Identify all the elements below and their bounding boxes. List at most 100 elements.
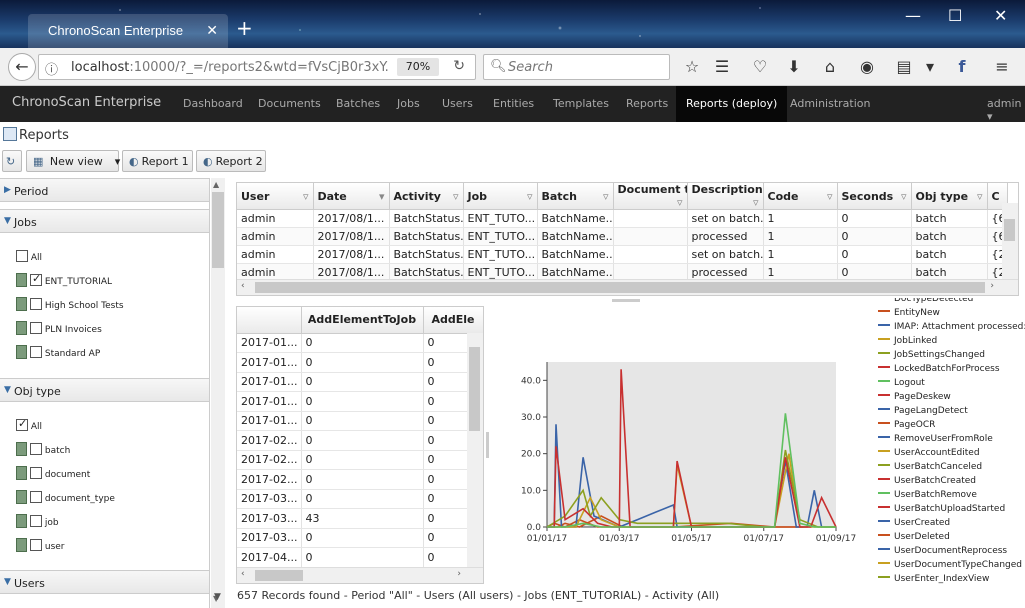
scrollbar-thumb[interactable] — [469, 347, 480, 431]
legend-item[interactable]: UserBatchUploadStarted — [878, 504, 1005, 518]
zoom-level[interactable]: 70% — [397, 58, 439, 76]
checkbox[interactable] — [30, 491, 42, 503]
nav-administration[interactable]: Administration — [790, 97, 871, 110]
back-icon[interactable]: ← — [8, 53, 36, 81]
report1-button[interactable]: ◐ Report 1 — [122, 150, 193, 172]
column-header[interactable]: Obj type ▿ — [911, 183, 988, 210]
scroll-left-icon[interactable]: ‹ — [241, 281, 245, 291]
checkbox[interactable] — [30, 346, 42, 358]
nav-documents[interactable]: Documents — [258, 97, 321, 110]
column-header[interactable] — [237, 307, 302, 334]
legend-item[interactable]: UserDeleted — [878, 532, 950, 546]
browser-tab[interactable]: ChronoScan Enterprise ✕ — [28, 14, 228, 48]
table-row[interactable]: 2017-02... 0 0 — [237, 450, 483, 470]
nav-templates[interactable]: Templates — [553, 97, 609, 110]
extension-icon[interactable]: ◉ — [855, 55, 879, 79]
column-header[interactable]: Job ▿ — [463, 183, 538, 210]
menu-icon[interactable]: ≡ — [990, 55, 1014, 79]
pdf-icon[interactable]: ▤ — [892, 55, 916, 79]
bookmark-star-icon[interactable]: ☆ — [680, 55, 704, 79]
nav-dashboard[interactable]: Dashboard — [183, 97, 243, 110]
table-row[interactable]: 2017-01... 0 0 — [237, 352, 483, 373]
jobs-filter-high-school[interactable]: High School Tests — [16, 297, 124, 315]
sort-icon[interactable]: ▿ — [901, 190, 907, 203]
period-section-header[interactable]: ▶ Period — [0, 178, 209, 202]
nav-batches[interactable]: Batches — [336, 97, 380, 110]
facebook-icon[interactable]: f — [950, 55, 974, 79]
table-row[interactable]: 2017-03... 0 0 — [237, 489, 483, 509]
objtype-filter-document-type[interactable]: document_type — [16, 490, 115, 508]
objtype-filter-user[interactable]: user — [16, 538, 65, 556]
nav-reports[interactable]: Reports — [626, 97, 668, 110]
legend-item[interactable]: DocTypeDetected — [878, 298, 973, 308]
refresh-button[interactable]: ↻ — [2, 150, 22, 172]
home-icon[interactable]: ⌂ — [818, 55, 842, 79]
reload-icon[interactable]: ↻ — [453, 58, 465, 74]
legend-item[interactable]: PageOCR — [878, 420, 935, 434]
jobs-section-header[interactable]: ▼ Jobs — [0, 209, 209, 233]
table-row[interactable]: admin2017/08/1...BatchStatus...ENT_TUTO.… — [237, 245, 1008, 264]
report2-button[interactable]: ◐ Report 2 — [196, 150, 266, 172]
scroll-right-icon[interactable]: › — [457, 569, 461, 579]
column-header[interactable]: AddEle — [423, 307, 483, 334]
pocket-icon[interactable]: ♡ — [748, 55, 772, 79]
sort-icon[interactable]: ▿ — [603, 190, 609, 203]
sort-icon[interactable]: ▿ — [977, 190, 983, 203]
table-row[interactable]: 2017-01... 0 0 — [237, 391, 483, 412]
table-row[interactable]: 2017-01... 0 0 — [237, 333, 483, 353]
new-view-button[interactable]: ▦ New view ▾ — [26, 150, 120, 172]
sort-icon[interactable]: ▿ — [753, 196, 759, 209]
column-header[interactable]: Batch ▿ — [537, 183, 614, 210]
scroll-right-icon[interactable]: › — [990, 281, 994, 291]
column-header[interactable]: Date ▾ — [313, 183, 390, 210]
url-bar[interactable]: ⓘ localhost:10000/?_=/reports2&wtd=fVsCj… — [38, 54, 476, 80]
close-window-icon[interactable]: ✕ — [994, 6, 1007, 25]
legend-item[interactable]: EntityNew — [878, 308, 940, 322]
sort-icon[interactable]: ▿ — [303, 190, 309, 203]
jobs-filter-pln-invoices[interactable]: PLN Invoices — [16, 321, 102, 339]
legend-item[interactable]: JobSettingsChanged — [878, 350, 985, 364]
users-section-header[interactable]: ▼ Users — [0, 570, 209, 594]
checkbox[interactable] — [30, 443, 42, 455]
scrollbar-thumb[interactable] — [255, 282, 985, 293]
table-row[interactable]: 2017-03... 43 0 — [237, 508, 483, 529]
legend-item[interactable]: LockedBatchForProcess — [878, 364, 1000, 378]
scrollbar-thumb[interactable] — [212, 192, 224, 268]
nav-entities[interactable]: Entities — [493, 97, 534, 110]
legend-item[interactable]: UserDocumentTypeChanged — [878, 560, 1022, 574]
user-menu[interactable]: admin ▾ — [987, 97, 1025, 123]
table-row[interactable]: 2017-04... 0 0 — [237, 547, 483, 568]
checkbox[interactable] — [30, 515, 42, 527]
legend-item[interactable]: UserAccountEdited — [878, 448, 980, 462]
column-header[interactable]: Description ▿ — [687, 183, 764, 210]
scroll-up-icon[interactable]: ▲ — [213, 180, 219, 189]
scrollbar-thumb[interactable] — [255, 570, 303, 581]
sort-icon[interactable]: ▿ — [677, 196, 683, 209]
table-row[interactable]: 2017-03... 0 0 — [237, 528, 483, 548]
scrollbar-thumb[interactable] — [1004, 219, 1015, 241]
checkbox[interactable] — [30, 467, 42, 479]
jobs-filter-ent-tutorial[interactable]: ENT_TUTORIAL — [16, 272, 112, 291]
checkbox[interactable] — [30, 322, 42, 334]
info-icon[interactable]: ⓘ — [45, 59, 58, 78]
legend-item[interactable]: UserBatchCanceled — [878, 462, 982, 476]
sort-icon[interactable]: ▿ — [527, 190, 533, 203]
legend-item[interactable]: UserBatchCreated — [878, 476, 976, 490]
search-bar[interactable]: 🔍︎ Search — [483, 54, 670, 80]
sort-icon[interactable]: ▾ — [379, 190, 385, 203]
legend-item[interactable]: Logout — [878, 378, 925, 392]
column-header[interactable]: Seconds ▿ — [837, 183, 912, 210]
column-header[interactable]: AddElementToJob — [301, 307, 424, 334]
table-row[interactable]: 2017-02... 0 0 — [237, 430, 483, 451]
legend-item[interactable]: UserBatchRemove — [878, 490, 977, 504]
grid-vertical-scrollbar[interactable] — [1002, 203, 1018, 279]
legend-item[interactable]: RemoveUserFromRole — [878, 434, 993, 448]
checkbox[interactable] — [16, 417, 28, 431]
new-tab-icon[interactable]: + — [236, 18, 253, 38]
jobs-filter-standard-ap[interactable]: Standard AP — [16, 345, 100, 363]
sort-icon[interactable]: ▿ — [827, 190, 833, 203]
table-row[interactable]: admin2017/08/1...BatchStatus...ENT_TUTO.… — [237, 209, 1008, 228]
download-icon[interactable]: ⬇ — [782, 55, 806, 79]
table-row[interactable]: 2017-02... 0 0 — [237, 469, 483, 490]
table-row[interactable]: 2017-01... 0 0 — [237, 411, 483, 431]
